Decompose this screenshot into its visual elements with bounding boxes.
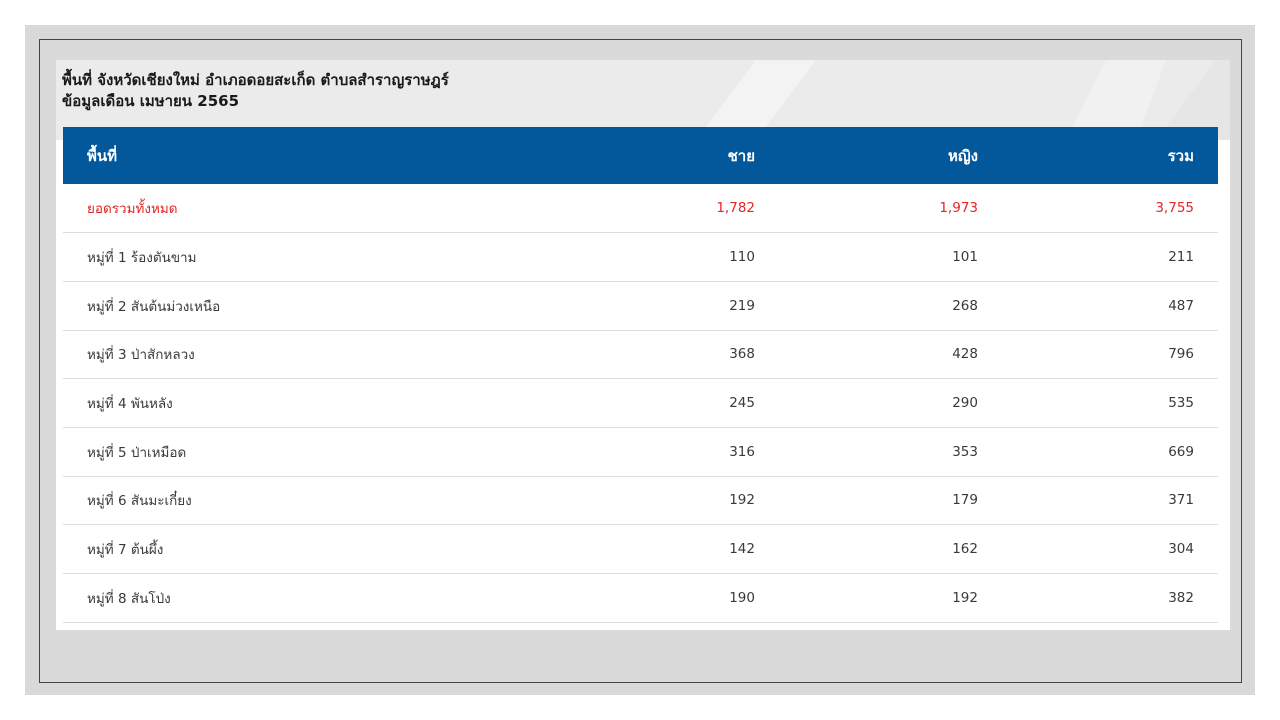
table-row: หมู่ที่ 6 สันมะเกี๋ยง 192 179 371 — [63, 476, 1218, 525]
table-row: หมู่ที่ 2 สันต้นม่วงเหนือ 219 268 487 — [63, 281, 1218, 331]
cell-total: 796 — [1168, 346, 1194, 363]
table-row-grand-total: ยอดรวมทั้งหมด 1,782 1,973 3,755 — [63, 184, 1218, 233]
table-row-partial — [63, 622, 1218, 630]
cell-total: 535 — [1168, 395, 1194, 412]
cell-area: หมู่ที่ 8 สันโป่ง — [87, 590, 171, 607]
cell-total: 382 — [1168, 589, 1194, 606]
table-row: หมู่ที่ 7 ต้นผึ้ง 142 162 304 — [63, 524, 1218, 574]
cell-female: 428 — [952, 346, 978, 363]
cell-male: 316 — [729, 443, 755, 460]
cell-total: 487 — [1168, 297, 1194, 314]
page-subtitle: ข้อมูลเดือน เมษายน 2565 — [62, 92, 240, 110]
cell-area: หมู่ที่ 1 ร้องตันขาม — [87, 250, 197, 267]
cell-area: หมู่ที่ 3 ป่าสักหลวง — [87, 347, 195, 364]
cell-female: 353 — [952, 443, 978, 460]
table-row: หมู่ที่ 4 พันหลัง 245 290 535 — [63, 378, 1218, 428]
table-header-row: พื้นที่ ชาย หญิง รวม — [63, 127, 1218, 184]
cell-male: 192 — [729, 492, 755, 509]
cell-female: 268 — [952, 297, 978, 314]
cell-female: 1,973 — [939, 200, 978, 217]
cell-area: หมู่ที่ 2 สันต้นม่วงเหนือ — [87, 298, 221, 315]
cell-female: 101 — [952, 249, 978, 266]
cell-female: 290 — [952, 395, 978, 412]
cell-total: 3,755 — [1155, 200, 1194, 217]
cell-male: 368 — [729, 346, 755, 363]
column-header-female: หญิง — [948, 146, 978, 165]
cell-total: 669 — [1168, 443, 1194, 460]
cell-total: 371 — [1168, 492, 1194, 509]
table-row: หมู่ที่ 8 สันโป่ง 190 192 382 — [63, 573, 1218, 623]
column-header-area: พื้นที่ — [87, 146, 118, 165]
table-row: หมู่ที่ 3 ป่าสักหลวง 368 428 796 — [63, 330, 1218, 379]
cell-male: 219 — [729, 297, 755, 314]
cell-male: 245 — [729, 395, 755, 412]
cell-total: 211 — [1168, 249, 1194, 266]
content-panel: พื้นที่ จังหวัดเชียงใหม่ อำเภอดอยสะเก็ด … — [56, 60, 1230, 630]
population-table: พื้นที่ ชาย หญิง รวม ยอดรวมทั้งหมด 1,782… — [63, 127, 1218, 630]
cell-female: 162 — [952, 541, 978, 558]
cell-male: 142 — [729, 541, 755, 558]
column-header-male: ชาย — [727, 146, 755, 165]
cell-area: ยอดรวมทั้งหมด — [87, 201, 178, 218]
cell-female: 179 — [952, 492, 978, 509]
page-header: พื้นที่ จังหวัดเชียงใหม่ อำเภอดอยสะเก็ด … — [62, 70, 449, 112]
cell-area: หมู่ที่ 5 ป่าเหมือด — [87, 444, 187, 461]
cell-female: 192 — [952, 589, 978, 606]
cell-male: 1,782 — [716, 200, 755, 217]
cell-area: หมู่ที่ 6 สันมะเกี๋ยง — [87, 493, 192, 510]
page-title: พื้นที่ จังหวัดเชียงใหม่ อำเภอดอยสะเก็ด … — [62, 71, 449, 89]
cell-total: 304 — [1168, 541, 1194, 558]
cell-area: หมู่ที่ 7 ต้นผึ้ง — [87, 542, 164, 559]
slide-frame: พื้นที่ จังหวัดเชียงใหม่ อำเภอดอยสะเก็ด … — [39, 39, 1242, 683]
cell-area: หมู่ที่ 4 พันหลัง — [87, 396, 173, 413]
cell-male: 190 — [729, 589, 755, 606]
table-row: หมู่ที่ 5 ป่าเหมือด 316 353 669 — [63, 427, 1218, 477]
column-header-total: รวม — [1167, 146, 1194, 165]
cell-male: 110 — [729, 249, 755, 266]
table-row: หมู่ที่ 1 ร้องตันขาม 110 101 211 — [63, 232, 1218, 282]
